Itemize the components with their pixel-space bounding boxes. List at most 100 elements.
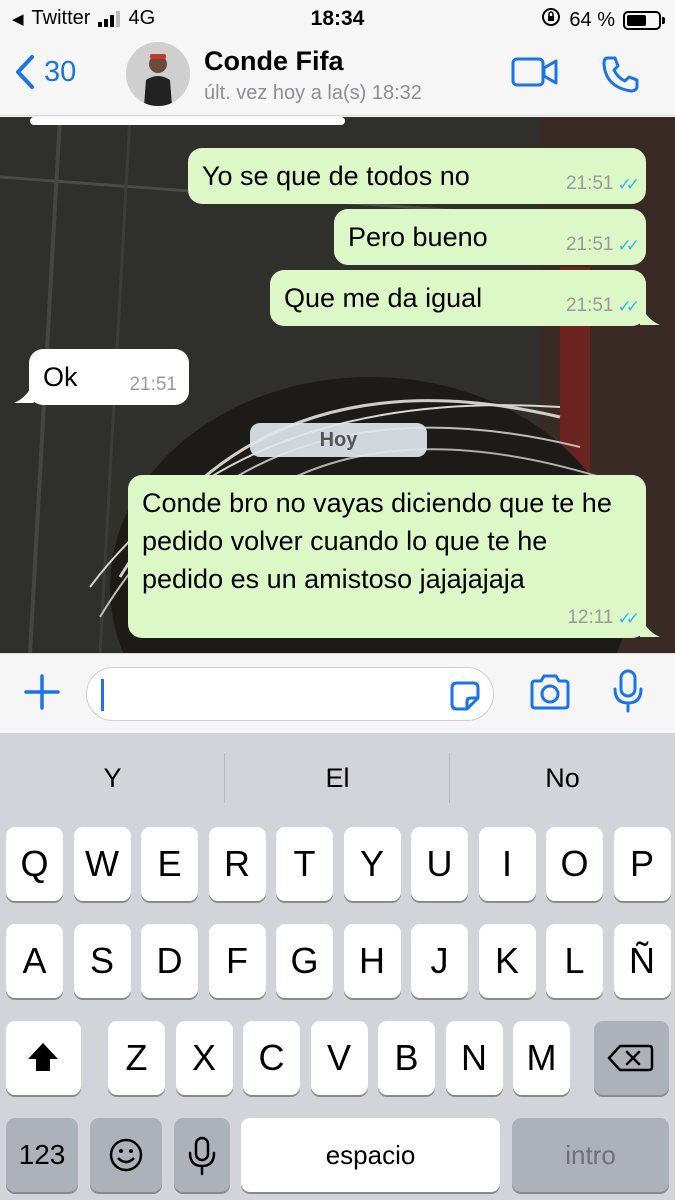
orientation-lock-icon [541,7,561,33]
key-n[interactable]: N [445,1021,503,1095]
chat-area[interactable]: Yo se que de todos no 21:51 ✓✓ Pero bueno… [0,117,675,653]
key-label: C [258,1037,285,1078]
message-bubble[interactable]: Conde bro no vayas diciendo que te he pe… [128,475,646,638]
camera-button[interactable] [528,672,572,717]
suggestion[interactable]: El [225,733,450,823]
plus-icon [24,674,60,710]
back-button[interactable]: 30 [14,54,76,90]
keyboard-mic-icon [188,1136,216,1176]
sticker-icon [450,681,480,711]
key-label: J [430,940,449,981]
key-label: U [426,843,453,884]
message-text: Que me da igual [284,283,483,313]
message-text: Pero bueno [348,222,488,252]
key-label: S [89,940,114,981]
message-composer [0,653,675,733]
contact-name[interactable]: Conde Fifa [204,46,344,77]
key-label: A [22,940,47,981]
key-u[interactable]: U [411,827,468,901]
read-ticks-icon: ✓✓ [617,235,640,255]
message-time: 21:51 [565,173,614,195]
voice-call-button[interactable] [600,54,640,99]
key-e[interactable]: E [141,827,198,901]
key-b[interactable]: B [378,1021,435,1095]
key-label: V [326,1037,351,1078]
contact-avatar[interactable] [126,42,190,106]
key-r[interactable]: R [208,827,266,901]
key-s[interactable]: S [73,924,131,998]
key-ñ[interactable]: Ñ [613,924,671,998]
key-k[interactable]: K [478,924,536,998]
key-label: T [293,843,316,884]
key-label: N [461,1037,487,1078]
dictation-key[interactable] [174,1118,230,1192]
bubble-tail [14,381,34,403]
key-a[interactable]: A [6,924,63,998]
key-c[interactable]: C [243,1021,300,1095]
key-label: R [224,843,250,884]
key-label: L [564,940,585,981]
key-i[interactable]: I [478,827,536,901]
backspace-key[interactable] [594,1021,669,1095]
key-label: Q [20,843,49,884]
key-p[interactable]: P [613,827,671,901]
suggestion[interactable]: No [450,733,675,823]
key-x[interactable]: X [175,1021,233,1095]
phone-icon [602,56,639,93]
suggestion[interactable]: Y [0,733,225,823]
message-bubble[interactable]: Ok 21:51 [29,349,189,405]
back-chevron-icon [16,55,34,89]
key-label: Z [125,1037,148,1078]
key-o[interactable]: O [546,827,603,901]
message-bubble[interactable]: Pero bueno 21:51 ✓✓ [334,209,646,265]
key-label: M [526,1037,557,1078]
sticker-button[interactable] [449,680,481,717]
message-time: 21:51 [129,374,177,396]
key-w[interactable]: W [73,827,131,901]
key-label: W [85,843,119,884]
key-label: E [157,843,182,884]
last-seen: últ. vez hoy a la(s) 18:32 [204,82,422,104]
message-bubble[interactable]: Yo se que de todos no 21:51 ✓✓ [188,148,646,204]
key-l[interactable]: L [546,924,603,998]
key-t[interactable]: T [276,827,333,901]
key-label: B [394,1037,419,1078]
keyboard: Y El No Q W E R T Y U I O P A S D F G H J K L Ñ Z X C V B N M 123 es… [0,733,675,1200]
emoji-key[interactable] [90,1118,162,1192]
key-z[interactable]: Z [108,1021,165,1095]
battery-percent: 64 % [569,8,615,31]
shift-key[interactable] [6,1021,81,1095]
key-label: Ñ [629,940,655,981]
key-q[interactable]: Q [6,827,63,901]
key-label: I [501,843,512,884]
backspace-icon [607,1044,654,1072]
message-input[interactable] [86,667,494,721]
key-g[interactable]: G [276,924,333,998]
microphone-icon [613,669,643,713]
battery-icon [623,10,665,30]
key-v[interactable]: V [310,1021,368,1095]
space-key[interactable]: espacio [241,1118,500,1192]
voice-message-button[interactable] [610,668,646,719]
attach-button[interactable] [22,672,62,717]
numbers-key[interactable]: 123 [6,1118,78,1192]
key-h[interactable]: H [343,924,401,998]
message-bubble[interactable]: Que me da igual 21:51 ✓✓ [270,270,646,326]
key-label: espacio [325,1140,416,1170]
key-d[interactable]: D [141,924,198,998]
video-call-icon [511,57,558,87]
chat-header: 30 Conde Fifa últ. vez hoy a la(s) 18:32 [0,36,675,116]
key-y[interactable]: Y [343,827,401,901]
bubble-tail [640,615,660,637]
message-time: 21:51 [565,295,614,317]
shift-icon [28,1043,58,1071]
video-call-button[interactable] [510,54,560,95]
key-m[interactable]: M [513,1021,570,1095]
key-label: O [560,843,589,884]
status-bar: ◀ Twitter 4G 18:34 64 % [0,0,675,36]
read-ticks-icon: ✓✓ [617,296,640,316]
key-f[interactable]: F [208,924,266,998]
bubble-tail [640,303,660,325]
key-j[interactable]: J [411,924,468,998]
return-key[interactable]: intro [512,1118,669,1192]
